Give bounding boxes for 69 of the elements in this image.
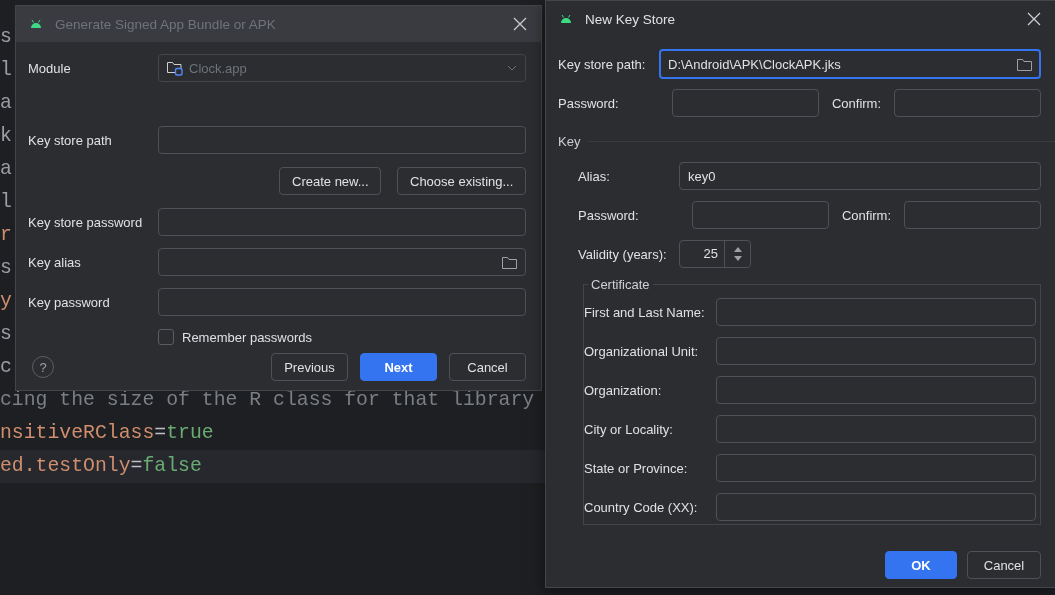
checkbox[interactable] xyxy=(158,329,174,345)
close-icon[interactable] xyxy=(513,17,527,31)
window-title: Generate Signed App Bundle or APK xyxy=(55,16,277,32)
close-icon[interactable] xyxy=(1027,12,1041,26)
input-field[interactable] xyxy=(158,288,526,316)
android-icon xyxy=(30,20,42,28)
field-label: Key store path xyxy=(28,132,113,148)
module-folder-icon xyxy=(167,60,183,76)
dialog-button[interactable]: Cancel xyxy=(449,353,526,381)
input-field[interactable] xyxy=(904,201,1041,229)
path-field[interactable]: D:\Android\APK\ClockAPK.jks xyxy=(659,49,1041,79)
field-label: Country Code (XX): xyxy=(584,499,699,515)
field-label: Key alias xyxy=(28,254,82,270)
input-field[interactable] xyxy=(716,376,1036,404)
input-field[interactable] xyxy=(716,493,1036,521)
code-line: a xyxy=(0,91,12,116)
field-label: First and Last Name: xyxy=(584,304,706,320)
field-label: Confirm: xyxy=(831,95,882,111)
group-title: Certificate xyxy=(588,277,653,292)
input-field[interactable] xyxy=(158,126,526,154)
code-line: c xyxy=(0,355,12,380)
field-label: Validity (years): xyxy=(578,246,668,262)
field-label: Confirm: xyxy=(841,207,892,223)
input-field[interactable] xyxy=(158,248,526,276)
field-label: Alias: xyxy=(578,168,611,184)
field-label: Password: xyxy=(558,95,620,111)
field-label: Key store path: xyxy=(558,56,647,72)
code-line: ed.testOnly=false xyxy=(0,454,202,479)
code-line: l xyxy=(0,190,12,215)
validity-spinner[interactable]: 25 xyxy=(679,240,751,268)
input-field[interactable] xyxy=(716,415,1036,443)
field-label: City or Locality: xyxy=(584,421,674,437)
input-field[interactable] xyxy=(894,89,1041,117)
field-label: State or Province: xyxy=(584,460,689,476)
field-label: Password: xyxy=(578,207,640,223)
field-label: Organization: xyxy=(584,382,663,398)
input-field[interactable] xyxy=(692,201,829,229)
field-label: Module xyxy=(28,60,72,76)
input-field[interactable] xyxy=(158,208,526,236)
android-icon xyxy=(560,15,572,23)
code-line: s xyxy=(0,256,12,281)
code-line: y xyxy=(0,289,12,314)
section-title: Key xyxy=(558,134,581,149)
folder-icon[interactable] xyxy=(502,255,517,269)
code-line: s xyxy=(0,25,12,50)
input-field[interactable] xyxy=(716,337,1036,365)
checkbox-label: Remember passwords xyxy=(182,329,313,345)
code-line: r xyxy=(0,223,12,248)
dialog-button[interactable]: OK xyxy=(885,551,957,579)
field-label: Organizational Unit: xyxy=(584,343,700,359)
alias-field[interactable]: key0 xyxy=(679,162,1041,190)
field-label: Key password xyxy=(28,294,111,310)
dialog-button[interactable]: Cancel xyxy=(967,551,1041,579)
dialog-button[interactable]: Next xyxy=(360,353,437,381)
code-line: k xyxy=(0,124,12,149)
field-label: Key store password xyxy=(28,214,144,230)
code-line: nsitiveRClass=true xyxy=(0,421,214,446)
input-field[interactable] xyxy=(716,298,1036,326)
key-store-button[interactable]: Create new... xyxy=(279,167,381,195)
chevron-down-icon xyxy=(507,65,517,71)
input-field[interactable] xyxy=(672,89,819,117)
input-field[interactable] xyxy=(716,454,1036,482)
dialog-button[interactable]: Previous xyxy=(271,353,348,381)
code-line: l xyxy=(0,58,12,83)
key-store-button[interactable]: Choose existing... xyxy=(397,167,526,195)
folder-icon[interactable] xyxy=(1017,57,1032,71)
code-line: a xyxy=(0,157,12,182)
code-line: s xyxy=(0,322,12,347)
window-title: New Key Store xyxy=(585,11,677,27)
